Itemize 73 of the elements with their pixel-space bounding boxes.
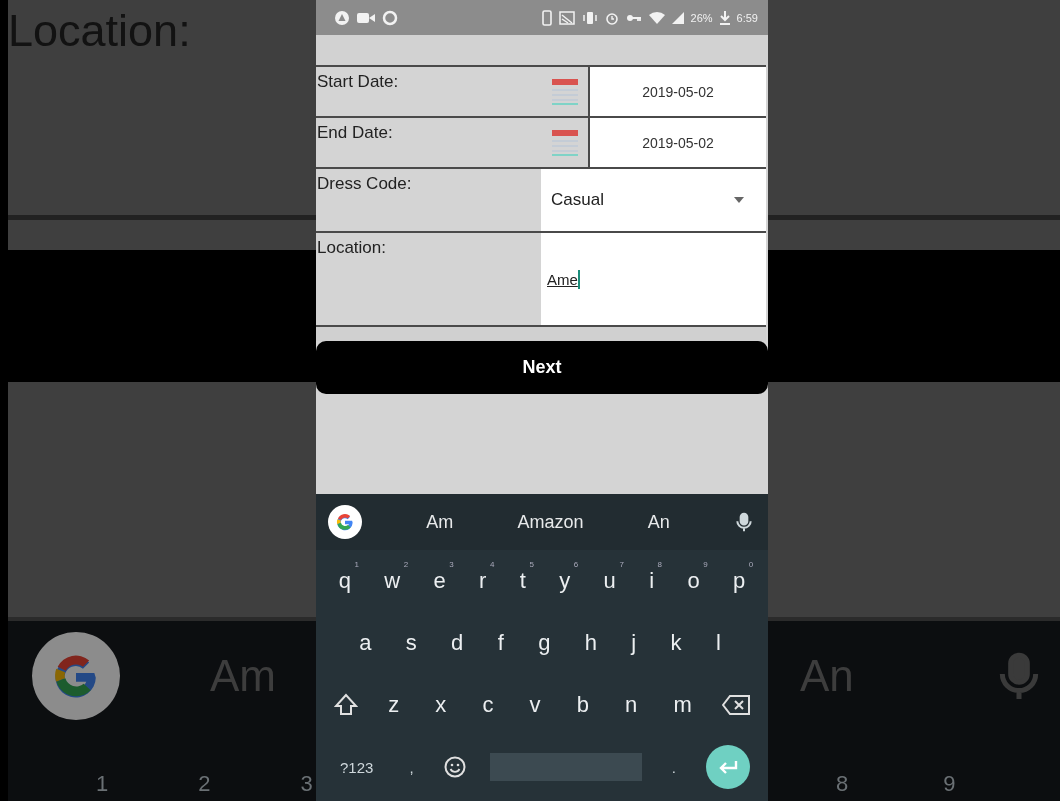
field-label: Dress Code: <box>316 173 413 194</box>
key-hint: 3 <box>449 560 454 569</box>
calendar-icon[interactable] <box>551 129 578 156</box>
key[interactable]: b <box>570 688 595 722</box>
key[interactable]: v <box>523 688 547 722</box>
battery-text: 26% <box>690 11 713 24</box>
text-cursor <box>577 269 580 289</box>
key[interactable]: z <box>382 688 406 722</box>
key[interactable]: l <box>709 626 727 660</box>
key[interactable]: f <box>491 626 510 660</box>
key-icon <box>625 12 642 23</box>
enter-icon <box>717 760 738 774</box>
signal-icon <box>671 11 684 24</box>
caret-icon <box>734 197 744 203</box>
suggestion[interactable]: An <box>647 511 670 533</box>
dropdown-value: Casual <box>551 190 604 210</box>
emoji-icon[interactable] <box>443 756 466 778</box>
key-hint: 9 <box>703 560 708 569</box>
backspace-icon[interactable] <box>721 695 750 715</box>
key[interactable]: a <box>353 626 378 660</box>
alarm-icon <box>604 10 619 25</box>
key-hint: 1 <box>354 560 359 569</box>
key[interactable]: ?123 <box>334 754 380 780</box>
field-label: Start Date: <box>316 71 400 92</box>
backdrop-digit: 1 <box>96 771 109 797</box>
suggestion[interactable]: Am <box>426 511 454 533</box>
key[interactable]: h <box>578 626 603 660</box>
shift-icon[interactable] <box>334 693 359 717</box>
field-label: Location: <box>316 237 387 258</box>
microphone-icon[interactable] <box>733 510 754 534</box>
backdrop-digit: 2 <box>198 771 211 797</box>
google-icon <box>32 632 120 720</box>
circle-icon <box>334 9 350 26</box>
key[interactable]: o 9 <box>681 564 706 598</box>
download-icon <box>719 10 730 25</box>
suggestion[interactable]: Amazon <box>517 511 584 533</box>
wifi-icon <box>648 11 665 24</box>
key[interactable]: n <box>619 688 644 722</box>
key-hint: 7 <box>619 560 624 569</box>
key[interactable]: d <box>445 626 470 660</box>
calendar-icon[interactable] <box>551 78 578 105</box>
key[interactable]: e 3 <box>427 564 452 598</box>
date-field[interactable]: 2019-05-02 <box>588 67 766 116</box>
key[interactable]: j <box>625 626 643 660</box>
clock-text: 6:59 <box>736 11 758 24</box>
vibrate-icon <box>581 10 598 25</box>
backdrop-digit: 8 <box>836 771 849 797</box>
key[interactable]: k <box>664 626 688 660</box>
key[interactable]: s <box>399 626 423 660</box>
key[interactable]: u 7 <box>597 564 622 598</box>
key[interactable]: . <box>665 754 682 780</box>
backdrop-digit: 3 <box>300 771 313 797</box>
ring-icon <box>382 9 398 26</box>
key-hint: 5 <box>529 560 534 569</box>
key[interactable]: m <box>667 688 698 722</box>
key[interactable]: c <box>476 688 500 722</box>
field-label: End Date: <box>316 122 394 143</box>
cast-icon <box>558 10 575 25</box>
key[interactable]: t 5 <box>513 564 532 598</box>
enter-button[interactable] <box>705 745 750 789</box>
backdrop-digit: 9 <box>943 771 956 797</box>
phone-icon <box>541 9 552 26</box>
key[interactable]: x <box>429 688 453 722</box>
dropdown[interactable]: Casual <box>541 169 766 231</box>
video-camera-icon <box>357 11 375 24</box>
key[interactable]: q 1 <box>332 564 357 598</box>
key[interactable]: , <box>403 754 420 780</box>
date-field[interactable]: 2019-05-02 <box>588 118 766 167</box>
input-value: Ame <box>547 270 578 288</box>
key[interactable]: g <box>532 626 557 660</box>
next-button[interactable]: Next <box>316 341 768 394</box>
input-field[interactable]: Ame <box>541 233 766 325</box>
google-icon[interactable] <box>328 505 362 539</box>
